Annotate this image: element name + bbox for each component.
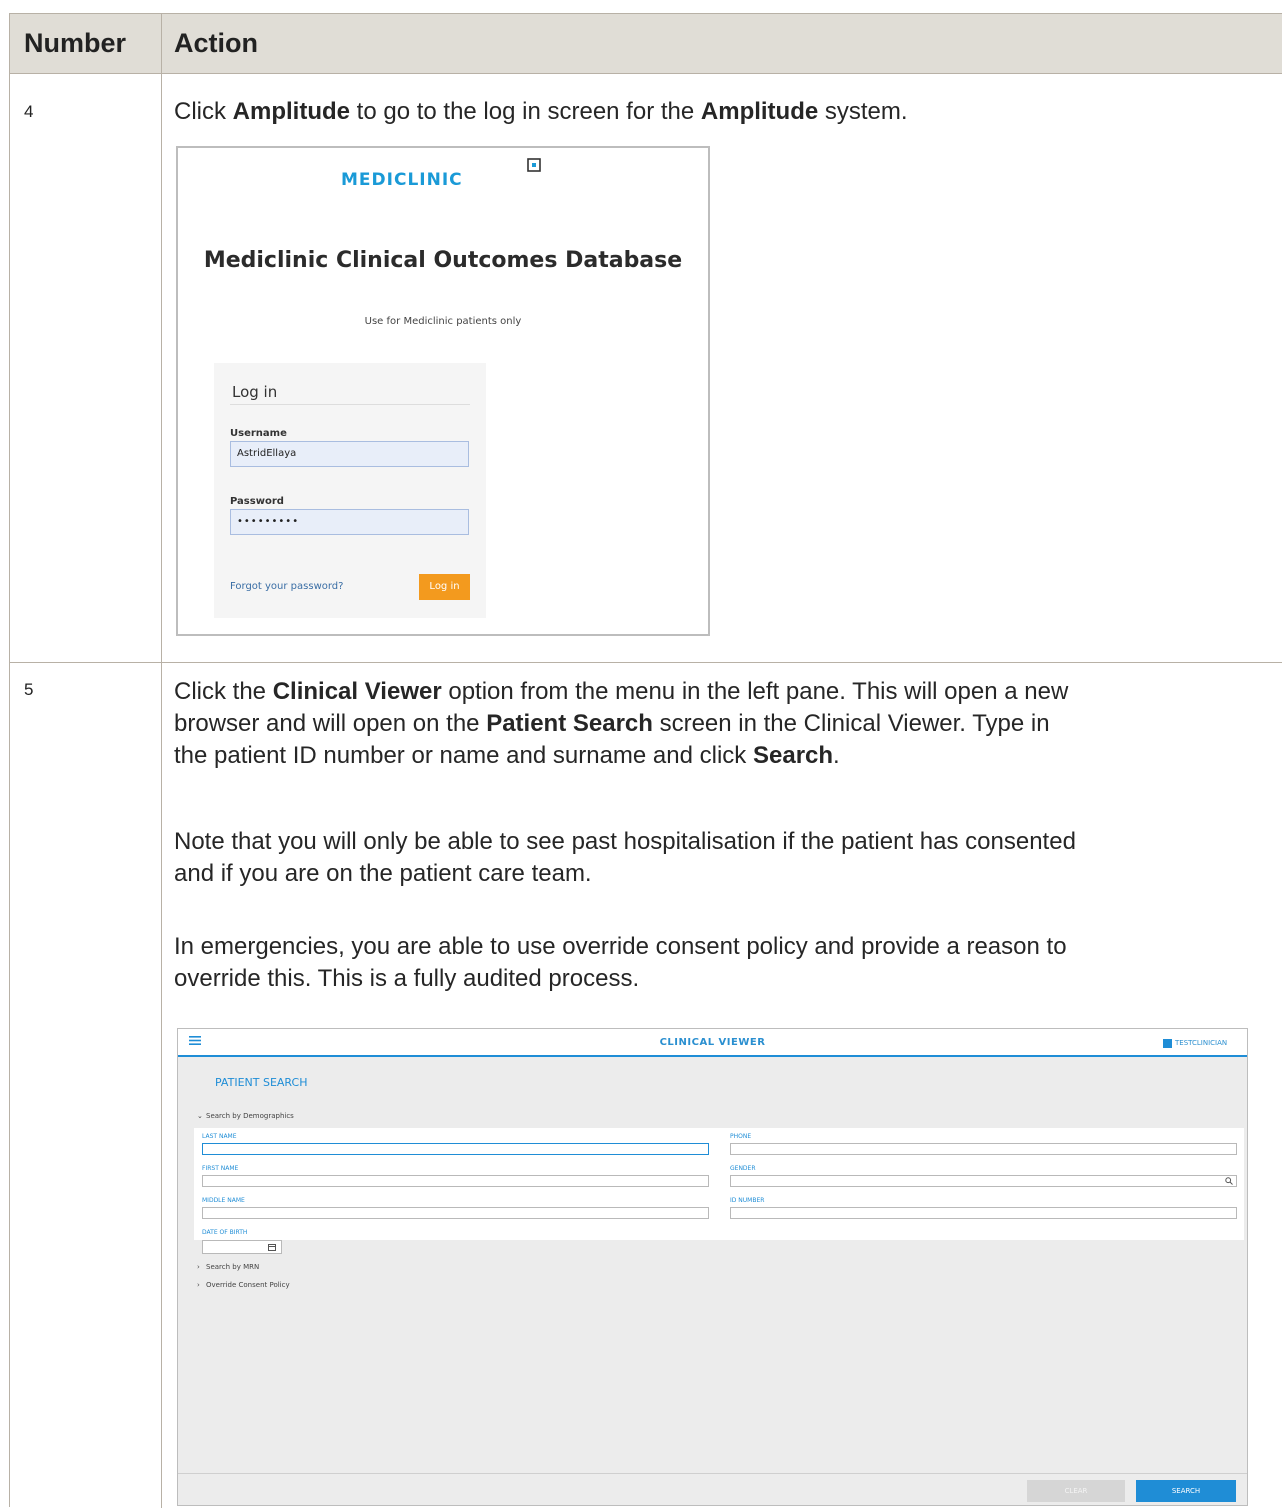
last-name-label: LAST NAME <box>202 1133 237 1140</box>
chevron-right-icon: › <box>197 1263 200 1271</box>
first-name-field[interactable] <box>202 1175 709 1187</box>
login-button[interactable]: Log in <box>419 574 470 600</box>
password-label: Password <box>230 496 284 507</box>
clinical-viewer-title: CLINICAL VIEWER <box>659 1037 766 1048</box>
step-4-text: Click Amplitude to go to the log in scre… <box>174 98 908 125</box>
middle-name-label: MIDDLE NAME <box>202 1197 245 1204</box>
date-of-birth-label: DATE OF BIRTH <box>202 1229 248 1236</box>
logo-mark-icon <box>527 158 541 172</box>
database-subtitle: Use for Mediclinic patients only <box>364 316 522 327</box>
step-5-note: Note that you will only be able to see p… <box>174 828 1076 887</box>
username-label: Username <box>230 428 287 439</box>
step-number-4: 4 <box>24 102 34 121</box>
date-of-birth-field[interactable] <box>202 1240 282 1254</box>
chevron-down-icon: ⌄ <box>197 1112 203 1120</box>
login-form: Log in Username AstridEllaya Password ••… <box>214 363 486 618</box>
id-number-label: ID NUMBER <box>730 1197 765 1204</box>
phone-field[interactable] <box>730 1143 1237 1155</box>
phone-label: PHONE <box>730 1133 752 1140</box>
clinical-viewer-topbar: CLINICAL VIEWER TESTCLINICIAN <box>178 1029 1247 1057</box>
header-action: Action <box>174 28 258 58</box>
forgot-password-link[interactable]: Forgot your password? <box>230 581 343 592</box>
patient-search-title: PATIENT SEARCH <box>215 1076 308 1089</box>
login-screenshot: MEDICLINIC Mediclinic Clinical Outcomes … <box>176 146 710 636</box>
middle-name-field[interactable] <box>202 1207 709 1219</box>
search-button[interactable]: SEARCH <box>1136 1480 1236 1502</box>
username-field[interactable]: AstridEllaya <box>230 441 469 467</box>
user-name[interactable]: TESTCLINICIAN <box>1175 1039 1227 1047</box>
demographics-form: LAST NAME FIRST NAME MIDDLE NAME DATE OF… <box>194 1128 1244 1240</box>
last-name-field[interactable] <box>202 1143 709 1155</box>
footer-divider <box>178 1473 1247 1474</box>
gender-field[interactable] <box>730 1175 1237 1187</box>
procedure-table: Number Action 4 Click Amplitude to go to… <box>9 13 1282 1508</box>
calendar-icon[interactable] <box>268 1243 276 1251</box>
step-5-emergency: In emergencies, you are able to use over… <box>174 933 1067 992</box>
mediclinic-logo: MEDICLINIC <box>341 170 463 190</box>
login-form-divider <box>230 404 470 405</box>
search-icon[interactable] <box>1225 1177 1233 1185</box>
step-number-5: 5 <box>24 680 34 699</box>
password-field[interactable]: ••••••••• <box>230 509 469 535</box>
section-demographics[interactable]: ⌄ Search by Demographics <box>197 1112 294 1120</box>
chevron-right-icon: › <box>197 1281 200 1289</box>
step-5-instructions: Click the Clinical Viewer option from th… <box>174 678 1069 769</box>
login-form-title: Log in <box>232 383 278 401</box>
database-title: Mediclinic Clinical Outcomes Database <box>203 248 683 273</box>
id-number-field[interactable] <box>730 1207 1237 1219</box>
clear-button[interactable]: CLEAR <box>1027 1480 1125 1502</box>
first-name-label: FIRST NAME <box>202 1165 239 1172</box>
row-divider <box>10 662 1282 663</box>
column-divider <box>161 14 162 1508</box>
clinical-viewer-screenshot: CLINICAL VIEWER TESTCLINICIAN PATIENT SE… <box>177 1028 1248 1506</box>
gender-label: GENDER <box>730 1165 756 1172</box>
user-icon <box>1163 1039 1172 1048</box>
header-number: Number <box>24 28 127 58</box>
table-header: Number Action <box>10 14 1282 74</box>
section-override-consent[interactable]: › Override Consent Policy <box>197 1281 290 1289</box>
section-mrn[interactable]: › Search by MRN <box>197 1263 259 1271</box>
